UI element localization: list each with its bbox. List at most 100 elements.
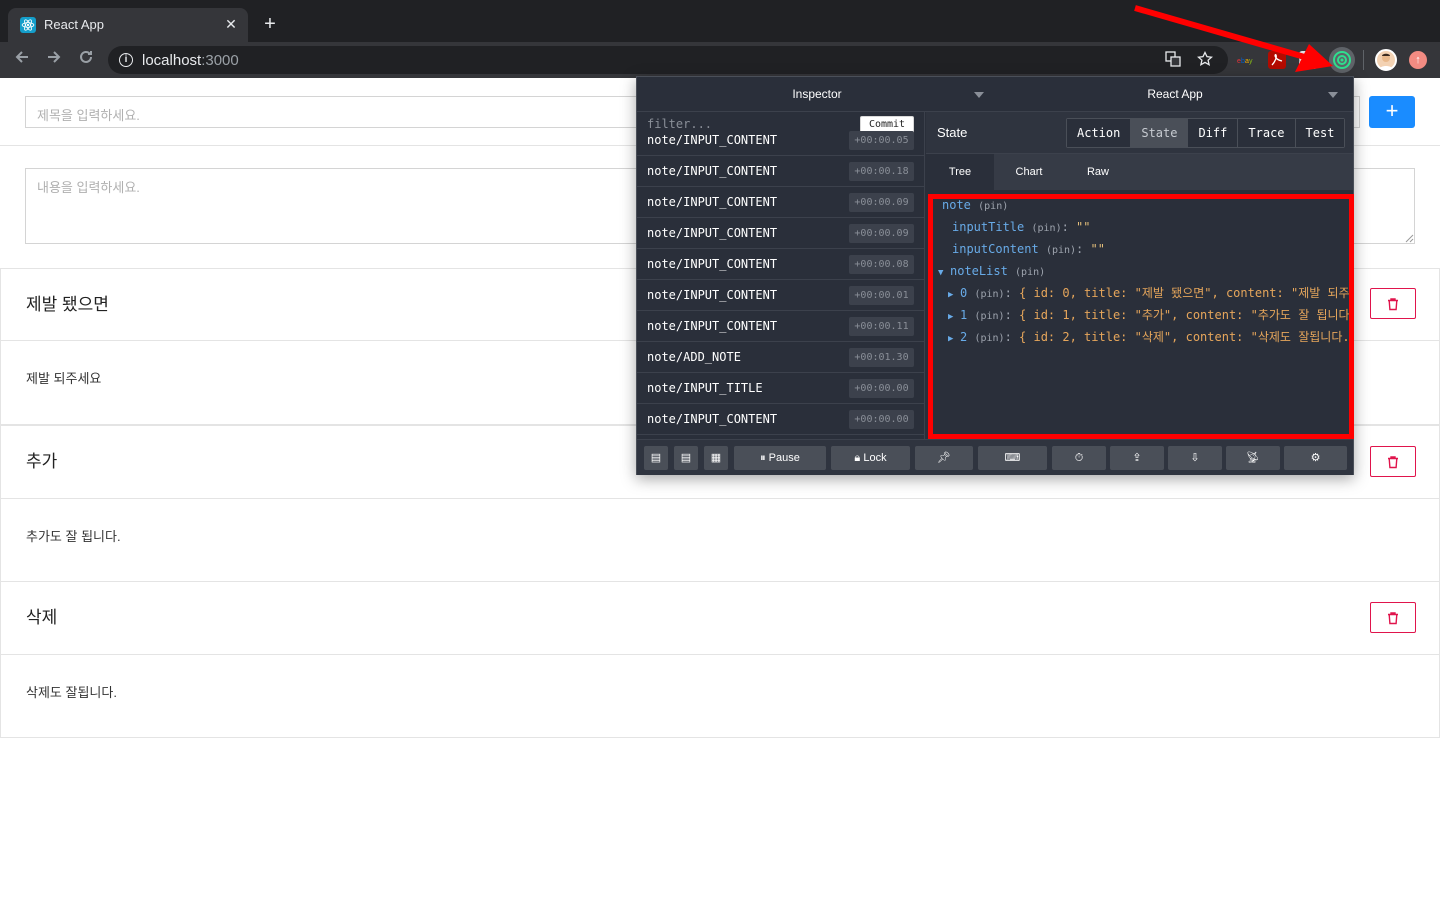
subtab-raw[interactable]: Raw (1064, 154, 1132, 190)
action-name: note/INPUT_CONTENT (647, 257, 778, 271)
action-list-item[interactable]: note/INPUT_CONTENT +00:00.09 (637, 187, 924, 218)
tab-action[interactable]: Action (1067, 119, 1132, 147)
divider (0, 654, 1440, 655)
tab-test[interactable]: Test (1295, 119, 1345, 147)
forward-button[interactable] (42, 48, 66, 72)
pin-button[interactable]: 📌︎ (915, 446, 973, 470)
chevron-down-icon (974, 92, 984, 98)
delete-note-button[interactable] (1370, 602, 1416, 633)
red-arrow-icon (1134, 5, 1333, 72)
lock-button[interactable]: 🔒︎ Lock (831, 446, 910, 470)
trash-icon (1388, 297, 1398, 310)
upload-icon: ⇪ (1132, 452, 1142, 464)
pause-button[interactable]: ⏸ Pause (734, 446, 826, 470)
delete-note-button[interactable] (1370, 446, 1416, 477)
panel-title: State (937, 125, 968, 140)
address-bar[interactable]: i localhost:3000 (108, 46, 1228, 74)
pause-icon: ⏸ (760, 452, 766, 464)
download-button[interactable]: ⇩ (1168, 446, 1222, 470)
timer-button[interactable]: ⏱ (1052, 446, 1106, 470)
action-list-panel: filter... Commit note/INPUT_CONTENT +00:0… (637, 112, 925, 439)
mode-tabs: Action State Diff Trace Test (1066, 118, 1346, 148)
action-list-item[interactable]: note/INPUT_CONTENT +00:00.08 (637, 249, 924, 280)
lock-label: Lock (863, 452, 887, 464)
delete-note-button[interactable] (1370, 288, 1416, 319)
action-list-item[interactable]: note/ADD_NOTE +00:01.30 (637, 342, 924, 373)
action-list-item[interactable]: note/INPUT_CONTENT +00:00.09 (637, 218, 924, 249)
monitor-select[interactable]: Inspector (637, 77, 997, 112)
chrome-update-icon[interactable]: ↑ (1409, 51, 1427, 69)
action-name: note/INPUT_CONTENT (647, 288, 778, 302)
site-info-icon[interactable]: i (119, 53, 133, 67)
stopwatch-icon: ⏱ (1074, 452, 1084, 464)
action-name: note/INPUT_CONTENT (647, 164, 778, 178)
profile-avatar[interactable] (1375, 49, 1397, 71)
action-list-item[interactable]: note/INPUT_CONTENT +00:00.01 (637, 280, 924, 311)
action-timestamp: +00:00.18 (849, 162, 914, 181)
devtools-header: Inspector React App (637, 77, 1353, 112)
tab-state[interactable]: State (1131, 119, 1189, 147)
devtools-footer: ▤ ▤ ▦ ⏸ Pause 🔒︎ Lock 📌︎ ⌨ ⏱ ⇪ ⇩ 📡︎ ⚙ (637, 439, 1353, 475)
tab-diff[interactable]: Diff (1188, 119, 1239, 147)
instance-select-label: React App (1147, 87, 1203, 101)
browser-tab[interactable]: React App ✕ (8, 8, 248, 42)
action-timestamp: +00:00.11 (849, 317, 914, 336)
keyboard-button[interactable]: ⌨ (978, 446, 1047, 470)
action-name: note/INPUT_CONTENT (647, 319, 778, 333)
reload-button[interactable] (74, 48, 98, 72)
action-timestamp: +00:00.00 (849, 379, 914, 398)
tab-title: React App (44, 17, 104, 32)
action-timestamp: +00:01.30 (849, 348, 914, 367)
instance-select[interactable]: React App (997, 77, 1353, 112)
note-content: 제발 되주세요 (26, 371, 102, 386)
view-subtabs: Tree Chart Raw (926, 154, 1353, 190)
tab-close-icon[interactable]: ✕ (222, 15, 240, 33)
tab-trace[interactable]: Trace (1238, 119, 1296, 147)
action-timestamp: +00:00.01 (849, 286, 914, 305)
reload-icon (80, 50, 92, 63)
layout-bottom-icon[interactable]: ▦ (704, 446, 728, 470)
remote-button[interactable]: 📡︎ (1226, 446, 1280, 470)
monitor-select-label: Inspector (792, 87, 842, 101)
lock-icon: 🔒︎ (854, 452, 861, 464)
chevron-down-icon (1328, 92, 1338, 98)
toolbar-divider (1363, 50, 1364, 70)
new-tab-button[interactable]: + (258, 12, 282, 36)
gear-icon: ⚙ (1310, 452, 1321, 464)
antenna-icon: 📡︎ (1246, 452, 1260, 464)
action-list-item[interactable]: note/INPUT_CONTENT +00:00.18 (637, 156, 924, 187)
arrow-right-icon (48, 51, 61, 63)
action-name: note/INPUT_TITLE (647, 381, 763, 395)
add-note-button[interactable]: + (1369, 96, 1415, 128)
action-name: note/ADD_NOTE (647, 350, 741, 364)
note-title: 삭제 (26, 608, 58, 627)
layout-left-icon[interactable]: ▤ (644, 446, 668, 470)
note-title: 제발 됐으면 (26, 295, 109, 314)
action-list-item[interactable]: note/INPUT_CONTENT +00:00.00 (637, 404, 924, 435)
pin-icon: 📌︎ (937, 452, 951, 464)
keyboard-icon: ⌨ (1004, 452, 1021, 464)
action-timestamp: +00:00.08 (849, 255, 914, 274)
action-list-item[interactable]: note/INPUT_CONTENT +00:00.05 (637, 125, 924, 156)
action-timestamp: +00:00.05 (849, 131, 914, 150)
action-name: note/INPUT_CONTENT (647, 195, 778, 209)
arrow-left-icon (15, 51, 28, 63)
action-timestamp: +00:00.09 (849, 224, 914, 243)
action-timestamp: +00:00.00 (849, 410, 914, 429)
action-name: note/INPUT_CONTENT (647, 133, 778, 147)
layout-right-icon[interactable]: ▤ (674, 446, 698, 470)
action-list-item[interactable]: note/INPUT_TITLE +00:00.00 (637, 373, 924, 404)
subtab-tree[interactable]: Tree (926, 154, 994, 190)
back-button[interactable] (10, 48, 34, 72)
resize-handle-icon[interactable] (1404, 233, 1414, 243)
pause-label: Pause (768, 452, 800, 464)
note-title: 추가 (26, 452, 58, 471)
note-content: 삭제도 잘됩니다. (26, 685, 117, 700)
subtab-chart[interactable]: Chart (995, 154, 1063, 190)
action-list-item[interactable]: note/INPUT_CONTENT +00:00.11 (637, 311, 924, 342)
upload-button[interactable]: ⇪ (1110, 446, 1164, 470)
action-timestamp: +00:00.09 (849, 193, 914, 212)
download-icon: ⇩ (1190, 452, 1200, 464)
highlight-box (928, 194, 1354, 439)
settings-button[interactable]: ⚙ (1284, 446, 1347, 470)
